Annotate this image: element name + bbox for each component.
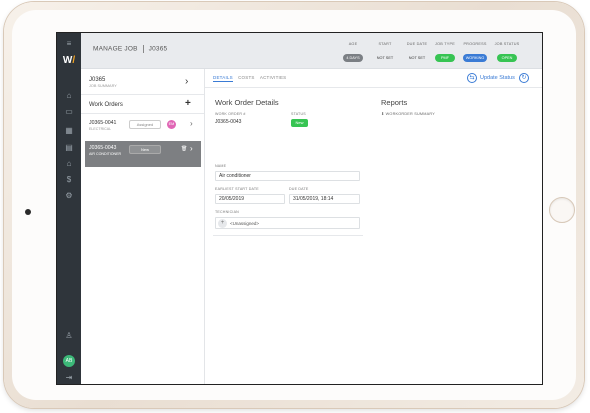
work-orders-panel: J0365 JOB SUMMARY › Work Orders + J0365-… [81,69,205,384]
job-id: J0365 [148,45,168,53]
name-field[interactable]: Air conditioner [215,171,360,181]
main-content: DETAILS COSTS ACTIVITIES ⇆ Update Status… [205,69,542,384]
work-order-type: ELECTRICAL [89,127,112,131]
technician-label: TECHNICIAN [215,210,239,214]
earliest-start-label: EARLIEST START DATE [215,187,259,191]
inbox-icon[interactable]: ▭ [64,107,74,117]
camera [25,209,31,215]
work-order-label: WORK ORDER # [215,112,246,116]
technician-field[interactable]: + <Unassigned> [215,217,360,229]
menu-icon[interactable]: ≡ [64,39,74,49]
breadcrumb: MANAGE JOB J0365 [93,45,167,53]
job-title: J0365 [89,77,106,83]
stat-progress: PROGRESS WORKING [462,42,488,62]
divider [81,113,204,114]
assignee-avatar: EM [167,120,176,129]
app-logo: W/ [62,55,76,66]
app-screen: ≡ W/ ⌂ ▭ ▦ ▤ ⌂ $ ⚙ ♙ AB ⇥ MANAGE JOB J036… [56,32,543,385]
work-order-type: AIR CONDITIONER [89,152,122,156]
home-button[interactable] [549,197,575,223]
stat-start-value: NOT SET [376,56,394,60]
dollar-icon[interactable]: $ [64,175,74,185]
stat-job-type: JOB TYPE PMF [435,42,455,62]
status-badge: New [129,145,161,154]
job-subtitle: JOB SUMMARY [89,84,117,88]
chevron-right-icon[interactable]: › [185,76,188,87]
chevron-right-icon[interactable]: › [190,119,193,128]
logout-icon[interactable]: ⇥ [64,373,74,383]
reports-title: Reports [381,98,408,107]
stat-age-value: 4 DAYS [343,54,363,62]
divider [81,94,204,95]
due-date-label: DUE DATE [289,187,309,191]
update-status-icon[interactable]: ⇆ [467,73,477,83]
add-technician-icon[interactable]: + [218,219,227,228]
header-bar: MANAGE JOB J0365 AGE 4 DAYS START NOT SET… [81,33,542,69]
job-type-badge: PMF [435,54,455,62]
tab-costs[interactable]: COSTS [238,75,255,80]
divider [213,235,363,236]
stat-due-date: DUE DATE NOT SET [406,42,428,60]
tab-bar: DETAILS COSTS ACTIVITIES [213,75,290,82]
tab-activities[interactable]: ACTIVITIES [260,75,287,80]
work-order-id: J0365-0041 [89,120,117,126]
job-status-badge: OPEN [497,54,517,62]
report-label: WORKORDER SUMMARY [385,112,435,116]
name-label: NAME [215,164,227,168]
stat-start: START NOT SET [371,42,399,64]
status-badge: Assigned [129,120,161,129]
list-item-selected[interactable]: J0365-0043 AIR CONDITIONER New 🗑 › [85,141,201,167]
work-order-value: J0365-0043 [215,119,242,125]
earliest-start-field[interactable]: 20/05/2019 [215,194,285,204]
status-label: STATUS [291,112,306,116]
page-title: MANAGE JOB [93,45,138,53]
user-icon[interactable]: ♙ [64,331,74,341]
due-date-field[interactable]: 31/05/2019, 18:14 [289,194,360,204]
technician-value: <Unassigned> [230,221,260,226]
report-link[interactable]: ⬇ WORKORDER SUMMARY [381,111,435,116]
building-icon[interactable]: ⌂ [64,159,74,169]
chevron-right-icon[interactable]: › [190,144,193,153]
properties-icon[interactable]: ▤ [64,143,74,153]
progress-badge: WORKING [462,54,488,62]
update-status-button[interactable]: Update Status [480,75,515,81]
section-title: Work Order Details [215,98,279,107]
divider [205,87,542,88]
status-badge[interactable]: New [291,119,308,127]
add-work-order-icon[interactable]: + [185,98,191,109]
tab-details[interactable]: DETAILS [213,75,233,82]
refresh-icon[interactable]: ↻ [519,73,529,83]
home-icon[interactable]: ⌂ [64,91,74,101]
work-orders-title: Work Orders [89,102,123,108]
tablet-frame: ≡ W/ ⌂ ▭ ▦ ▤ ⌂ $ ⚙ ♙ AB ⇥ MANAGE JOB J036… [4,2,584,408]
stat-age: AGE 4 DAYS [339,42,367,64]
list-item[interactable]: J0365-0041 ELECTRICAL Assigned EM › [85,116,201,140]
trash-icon[interactable]: 🗑 [181,146,187,152]
avatar[interactable]: AB [63,355,75,367]
stat-job-status: JOB STATUS OPEN [494,42,520,62]
calendar-icon[interactable]: ▦ [64,126,74,136]
stat-due-value: NOT SET [408,56,426,60]
settings-icon[interactable]: ⚙ [64,191,74,201]
nav-rail: ≡ W/ ⌂ ▭ ▦ ▤ ⌂ $ ⚙ ♙ AB ⇥ [57,33,81,384]
work-order-id: J0365-0043 [89,145,117,151]
job-summary-link[interactable]: J0365 JOB SUMMARY [89,77,117,88]
